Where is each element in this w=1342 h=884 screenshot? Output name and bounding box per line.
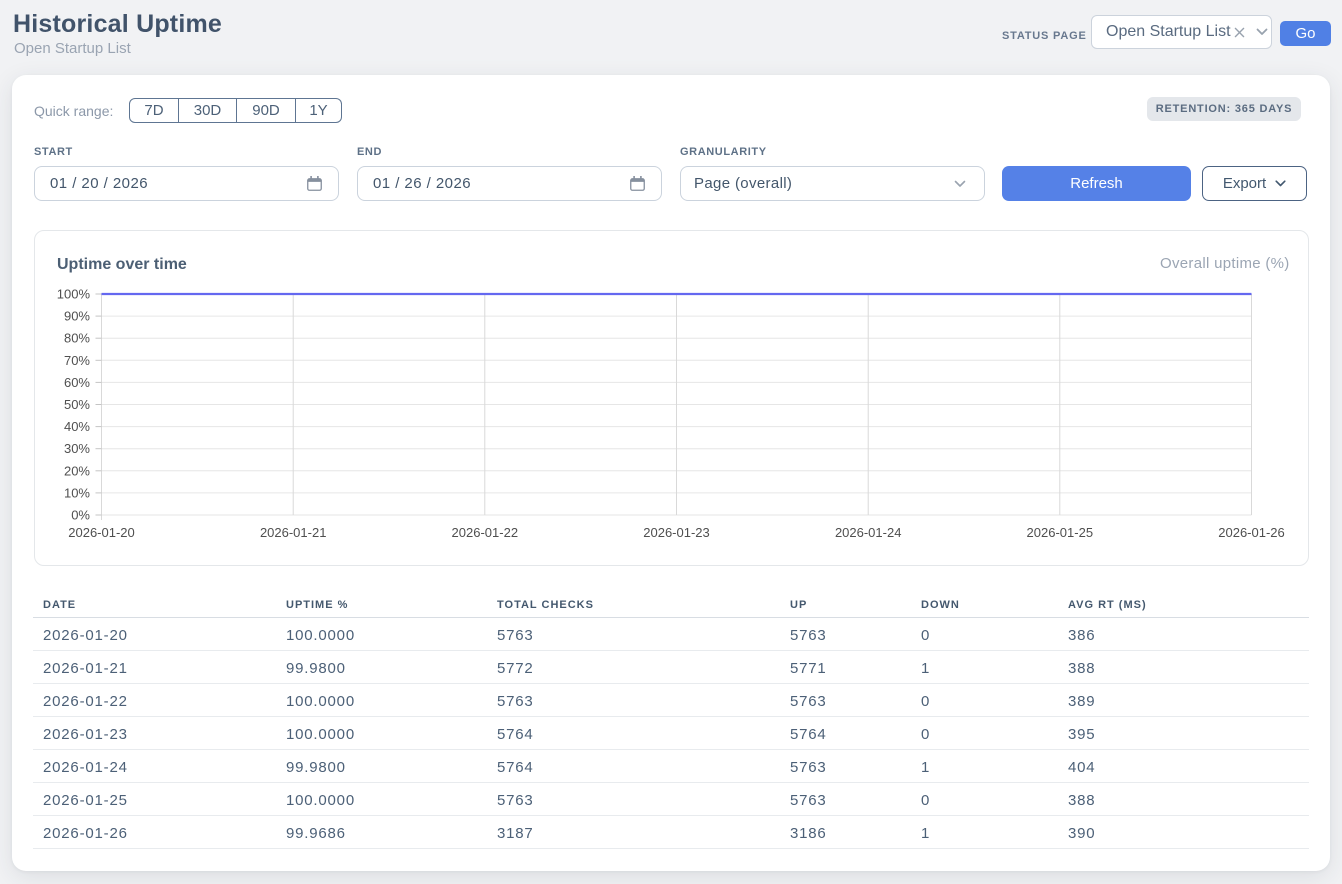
svg-text:0%: 0% bbox=[71, 508, 90, 523]
svg-text:80%: 80% bbox=[64, 331, 90, 346]
svg-text:30%: 30% bbox=[64, 441, 90, 456]
svg-text:40%: 40% bbox=[64, 419, 90, 434]
svg-text:20%: 20% bbox=[64, 463, 90, 478]
svg-text:50%: 50% bbox=[64, 397, 90, 412]
svg-text:2026-01-25: 2026-01-25 bbox=[1027, 525, 1094, 540]
svg-text:2026-01-21: 2026-01-21 bbox=[260, 525, 327, 540]
svg-text:100%: 100% bbox=[57, 287, 91, 302]
svg-text:2026-01-23: 2026-01-23 bbox=[643, 525, 710, 540]
svg-text:10%: 10% bbox=[64, 485, 90, 500]
svg-text:70%: 70% bbox=[64, 353, 90, 368]
svg-text:90%: 90% bbox=[64, 309, 90, 324]
svg-text:2026-01-26: 2026-01-26 bbox=[1218, 525, 1285, 540]
svg-text:60%: 60% bbox=[64, 375, 90, 390]
svg-text:2026-01-20: 2026-01-20 bbox=[68, 525, 135, 540]
svg-text:2026-01-22: 2026-01-22 bbox=[452, 525, 519, 540]
svg-text:2026-01-24: 2026-01-24 bbox=[835, 525, 902, 540]
